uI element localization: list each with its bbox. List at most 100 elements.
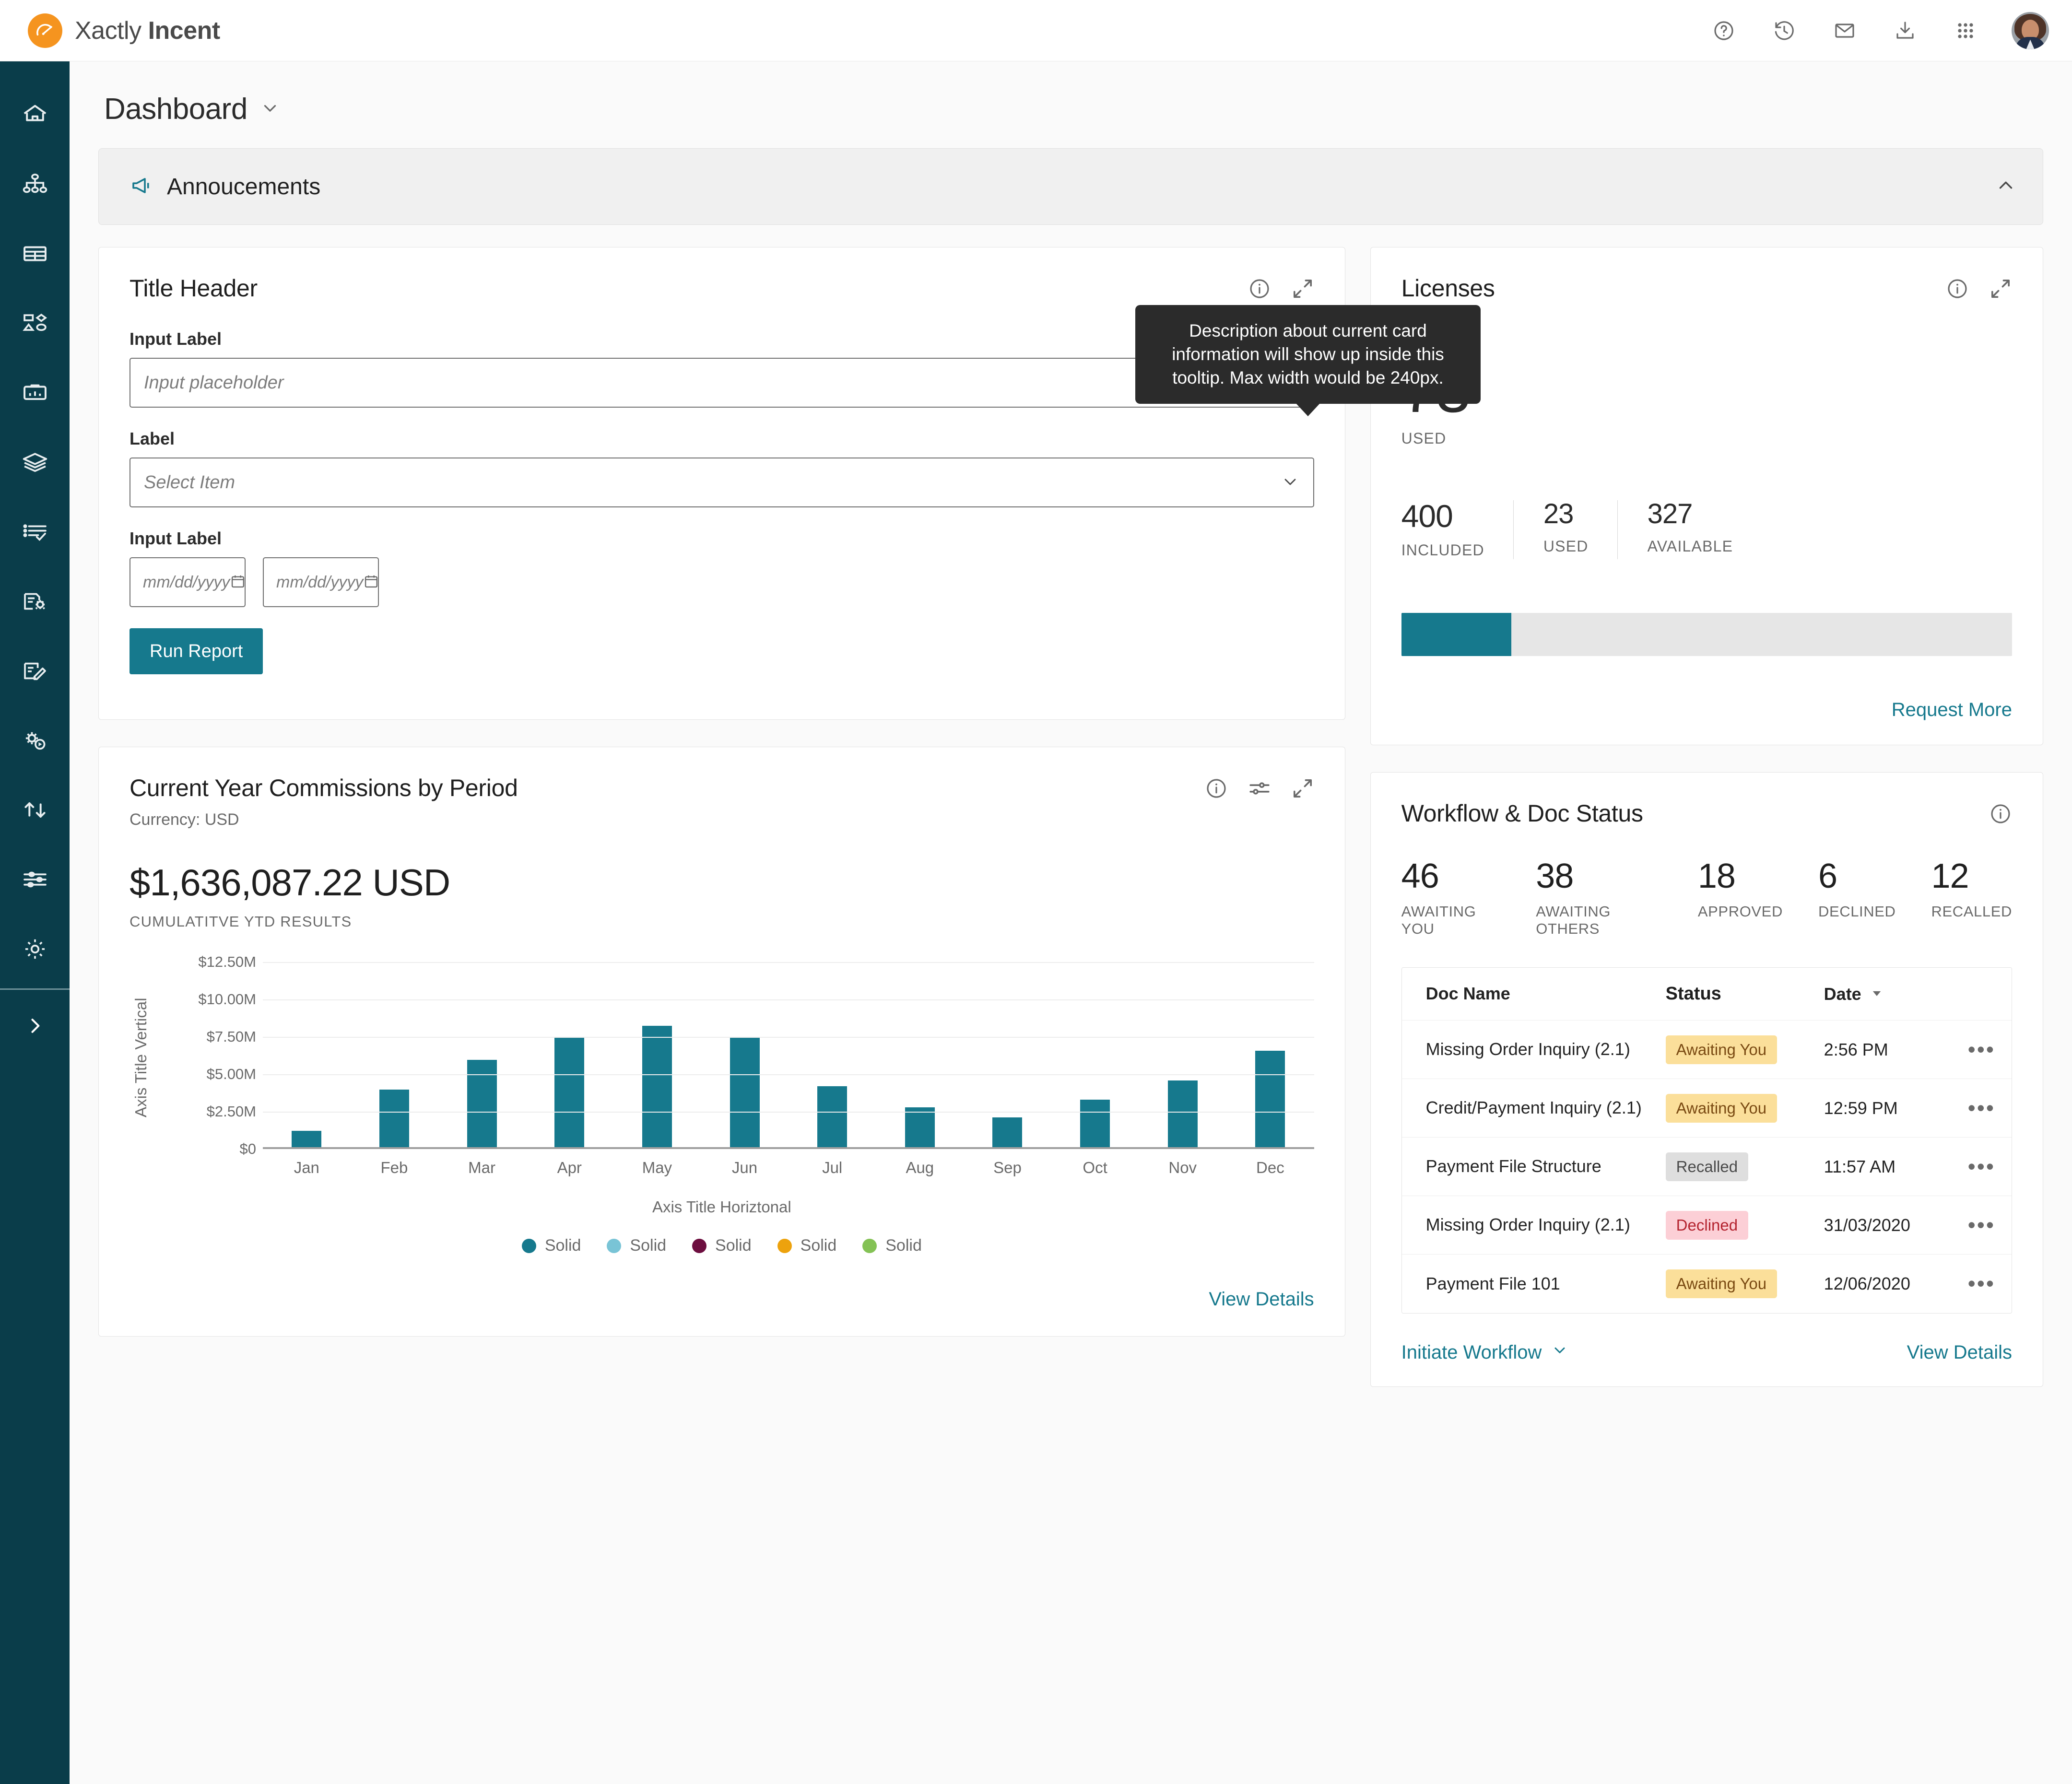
request-more-link[interactable]: Request More	[1892, 699, 2012, 721]
expand-icon[interactable]	[1989, 277, 2012, 300]
megaphone-icon	[130, 174, 153, 200]
avatar[interactable]	[2012, 12, 2049, 49]
initiate-workflow-button[interactable]: Initiate Workflow	[1401, 1341, 1569, 1363]
column-header-status[interactable]: Status	[1666, 984, 1824, 1004]
chart-bar[interactable]	[379, 1089, 409, 1147]
licenses-stats: 400 INCLUDED 23 USED 327 AVAILABLE	[1401, 500, 2012, 559]
status-badge: Recalled	[1665, 1152, 1749, 1181]
expand-icon[interactable]	[1291, 277, 1314, 300]
top-bar-actions	[1709, 12, 2049, 49]
info-icon[interactable]	[1248, 277, 1271, 300]
info-icon[interactable]	[1205, 777, 1228, 800]
workflow-card-head: Workflow & Doc Status	[1401, 799, 2012, 827]
workflow-stat[interactable]: 38 AWAITING OTHERS	[1536, 859, 1662, 938]
calendar-icon[interactable]	[363, 573, 379, 592]
status-badge: Declined	[1665, 1210, 1749, 1240]
column-header-date[interactable]: Date	[1824, 984, 1968, 1004]
y-axis-tick-label: $0	[239, 1140, 256, 1157]
sidebar-item-document-edit[interactable]	[0, 636, 70, 705]
licenses-card-head: Licenses	[1401, 274, 2012, 302]
view-details-link[interactable]: View Details	[1209, 1289, 1314, 1310]
sidebar-item-preferences[interactable]	[0, 845, 70, 914]
select-input[interactable]: Select Item	[130, 458, 1314, 507]
licenses-used-caption: USED	[1401, 430, 1447, 447]
table-row[interactable]: Missing Order Inquiry (2.1) Declined 31/03…	[1401, 1196, 2012, 1255]
table-row[interactable]: Credit/Payment Inquiry (2.1) Awaiting You…	[1401, 1079, 2012, 1138]
legend-label: Solid	[544, 1236, 581, 1255]
more-icon[interactable]: •••	[1968, 1155, 1995, 1177]
chevron-right-icon[interactable]	[0, 990, 70, 1062]
legend-item[interactable]: Solid	[692, 1236, 752, 1255]
download-icon[interactable]	[1891, 16, 1919, 45]
sidebar-item-layers[interactable]	[0, 427, 70, 497]
cell-status: Awaiting You	[1665, 1035, 1824, 1064]
chart-bar[interactable]	[1167, 1080, 1198, 1147]
gridline	[263, 999, 1314, 1000]
chart-bar[interactable]	[905, 1107, 935, 1147]
chevron-down-icon[interactable]	[260, 98, 280, 120]
sidebar-item-home[interactable]	[0, 80, 70, 149]
legend-item[interactable]: Solid	[607, 1236, 666, 1255]
workflow-stat-value: 18	[1697, 857, 1736, 895]
legend-label: Solid	[630, 1236, 667, 1255]
sidebar-item-plans[interactable]	[0, 288, 70, 358]
sidebar-item-transfers[interactable]	[0, 775, 70, 845]
chart-bar[interactable]	[1080, 1100, 1110, 1147]
sidebar-item-reports[interactable]	[0, 358, 70, 427]
app-grid-icon[interactable]	[1951, 16, 1980, 45]
legend-item[interactable]: Solid	[521, 1236, 581, 1255]
sidebar-item-document-settings[interactable]	[0, 566, 70, 636]
start-date-input[interactable]: mm/dd/yyyy	[130, 557, 246, 607]
chart-bar[interactable]	[642, 1025, 672, 1147]
sidebar-item-checklist[interactable]	[0, 497, 70, 566]
table-row[interactable]: Missing Order Inquiry (2.1) Awaiting You 2…	[1401, 1021, 2012, 1079]
sort-desc-icon[interactable]	[1870, 984, 1884, 1004]
more-icon[interactable]: •••	[1968, 1273, 1995, 1294]
sidebar-item-processes[interactable]	[0, 705, 70, 775]
view-details-link[interactable]: View Details	[1907, 1342, 2012, 1363]
sidebar-item-organization[interactable]	[0, 149, 70, 219]
workflow-stat[interactable]: 6 DECLINED	[1818, 859, 1896, 938]
chart-bar[interactable]	[554, 1037, 585, 1147]
chart-bar[interactable]	[730, 1037, 760, 1147]
chart-bar[interactable]	[292, 1131, 322, 1147]
calendar-icon[interactable]	[230, 573, 246, 592]
column-header-doc-name[interactable]: Doc Name	[1426, 983, 1666, 1005]
chart-bar[interactable]	[1255, 1051, 1285, 1147]
chevron-up-icon[interactable]	[1995, 175, 2017, 199]
info-icon[interactable]	[1989, 802, 2012, 825]
sliders-icon[interactable]	[1248, 777, 1271, 800]
legend-item[interactable]: Solid	[777, 1236, 836, 1255]
sidebar-item-tables[interactable]	[0, 219, 70, 288]
more-dots: •••	[1967, 1036, 1995, 1062]
card-title: Current Year Commissions by Period	[130, 775, 518, 801]
table-row[interactable]: Payment File 101 Awaiting You 12/06/2020 ••…	[1402, 1255, 2012, 1313]
announcements-banner[interactable]: Annoucements	[98, 148, 2043, 225]
info-icon[interactable]	[1946, 277, 1969, 300]
more-icon[interactable]: •••	[1967, 1036, 1995, 1062]
chart-bar[interactable]	[992, 1117, 1023, 1147]
more-icon[interactable]: •••	[1967, 1095, 1995, 1120]
brand-logo[interactable]: Xactly Incent	[28, 13, 220, 48]
expand-icon[interactable]	[1291, 777, 1314, 800]
workflow-stat[interactable]: 46 AWAITING YOU	[1401, 859, 1501, 938]
end-date-placeholder: mm/dd/yyyy	[276, 573, 364, 591]
workflow-stat[interactable]: 18 APPROVED	[1698, 859, 1783, 938]
table-row[interactable]: Payment File Structure Recalled 11:57 AM ••…	[1401, 1138, 2012, 1196]
more-dots: •••	[1967, 1095, 1995, 1120]
run-report-button[interactable]: Run Report	[130, 628, 263, 674]
help-icon[interactable]	[1709, 16, 1738, 45]
speedometer-icon	[28, 13, 62, 48]
right-column: Licenses USED 400 INCLUDED 23 USED 327 A…	[1370, 247, 2043, 1387]
chart-bar[interactable]	[817, 1086, 848, 1147]
chart-bar[interactable]	[467, 1059, 497, 1147]
y-axis-title: Axis Title Vertical	[132, 998, 150, 1117]
sidebar-item-settings[interactable]	[0, 914, 70, 984]
mail-icon[interactable]	[1830, 16, 1859, 45]
workflow-stat[interactable]: 12 RECALLED	[1931, 859, 2012, 938]
end-date-input[interactable]: mm/dd/yyyy	[263, 557, 379, 607]
more-icon[interactable]: •••	[1968, 1214, 1995, 1235]
legend-item[interactable]: Solid	[862, 1236, 922, 1255]
history-icon[interactable]	[1770, 16, 1799, 45]
announcements-label: Annoucements	[167, 174, 321, 200]
